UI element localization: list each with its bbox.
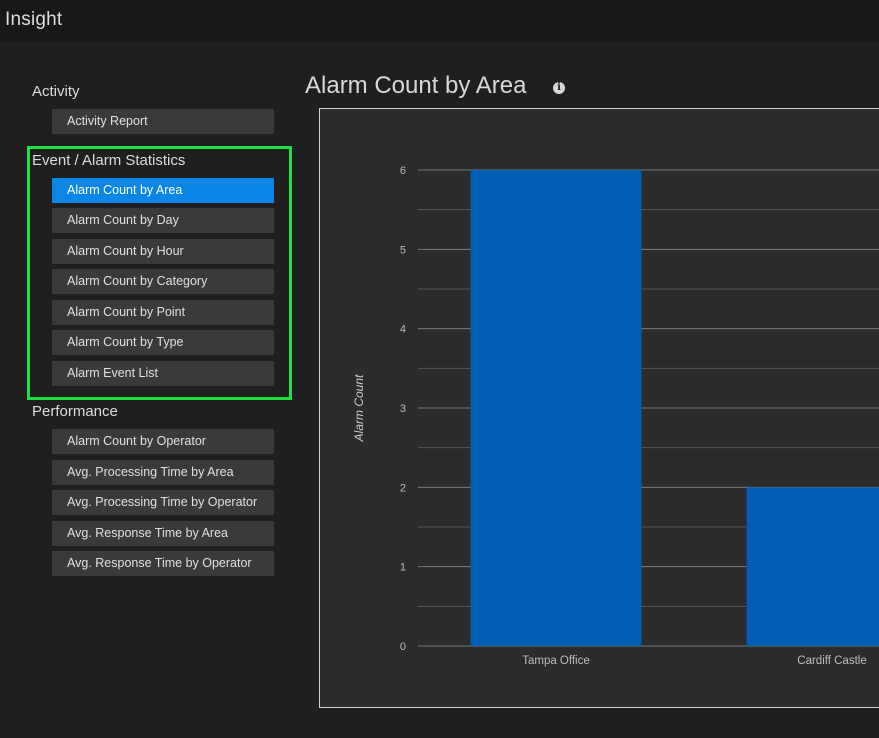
x-tick-label: Tampa Office xyxy=(522,655,590,667)
y-tick-label: 3 xyxy=(400,403,406,415)
y-tick-label: 0 xyxy=(400,641,406,653)
y-tick-label: 6 xyxy=(400,165,406,177)
bar-tampa-office xyxy=(470,170,642,646)
y-tick-label: 2 xyxy=(400,482,406,494)
y-tick-label: 5 xyxy=(400,244,406,256)
chart: 0 1 2 3 4 5 6 Tampa Office Cardiff Castle xyxy=(400,165,879,667)
y-tick-label: 4 xyxy=(400,324,406,336)
bar-cardiff-castle xyxy=(746,487,879,646)
x-tick-label: Cardiff Castle xyxy=(797,655,866,667)
y-axis-label: Alarm Count xyxy=(352,374,366,442)
y-tick-label: 1 xyxy=(400,562,406,574)
